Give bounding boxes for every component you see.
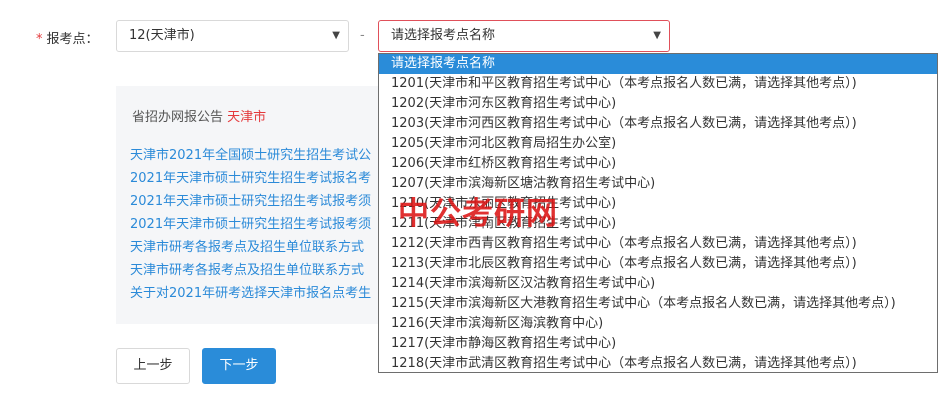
dropdown-option[interactable]: 1206(天津市红桥区教育招生考试中心): [379, 154, 937, 174]
dropdown-option[interactable]: 1216(天津市滨海新区海滨教育中心): [379, 314, 937, 334]
notice-link[interactable]: 天津市研考各报考点及招生单位联系方式: [130, 236, 371, 259]
exam-point-select-placeholder: 请选择报考点名称: [391, 28, 496, 43]
notice-link[interactable]: 天津市2021年全国硕士研究生招生考试公: [130, 144, 371, 167]
dropdown-option[interactable]: 1214(天津市滨海新区汉沽教育招生考试中心): [379, 274, 937, 294]
exam-point-label: * 报考点：: [36, 28, 99, 47]
dropdown-option[interactable]: 1207(天津市滨海新区塘沽教育招生考试中心): [379, 174, 937, 194]
city-select[interactable]: 12(天津市) ▼: [116, 20, 349, 52]
dropdown-option[interactable]: 1203(天津市河西区教育招生考试中心（本考点报名人数已满，请选择其他考点）): [379, 114, 937, 134]
exam-point-dropdown: 请选择报考点名称 1201(天津市和平区教育招生考试中心（本考点报名人数已满，请…: [378, 53, 938, 373]
dropdown-option[interactable]: 1213(天津市北辰区教育招生考试中心（本考点报名人数已满，请选择其他考点）): [379, 254, 937, 274]
required-mark: *: [36, 32, 43, 47]
notice-title: 省招办网报公告 天津市: [132, 106, 266, 125]
dropdown-option[interactable]: 1201(天津市和平区教育招生考试中心（本考点报名人数已满，请选择其他考点）): [379, 74, 937, 94]
dropdown-option[interactable]: 1202(天津市河东区教育招生考试中心): [379, 94, 937, 114]
notice-link[interactable]: 2021年天津市硕士研究生招生考试报名考: [130, 167, 371, 190]
prev-step-button[interactable]: 上一步: [116, 348, 190, 384]
dropdown-option[interactable]: 1218(天津市武清区教育招生考试中心（本考点报名人数已满，请选择其他考点）): [379, 354, 937, 372]
dropdown-option[interactable]: 1215(天津市滨海新区大港教育招生考试中心（本考点报名人数已满，请选择其他考点…: [379, 294, 937, 314]
dropdown-option[interactable]: 1211(天津市津南区教育招生考试中心): [379, 214, 937, 234]
notice-link[interactable]: 关于对2021年研考选择天津市报名点考生: [130, 282, 371, 305]
dropdown-option-placeholder[interactable]: 请选择报考点名称: [379, 54, 937, 74]
exam-point-select[interactable]: 请选择报考点名称 ▼: [378, 20, 670, 52]
notice-city: 天津市: [227, 110, 267, 125]
exam-point-label-text: 报考点：: [46, 32, 99, 47]
dropdown-option[interactable]: 1212(天津市西青区教育招生考试中心（本考点报名人数已满，请选择其他考点）): [379, 234, 937, 254]
notice-link[interactable]: 2021年天津市硕士研究生招生考试报考须: [130, 213, 371, 236]
notice-panel: 省招办网报公告 天津市 天津市2021年全国硕士研究生招生考试公 2021年天津…: [116, 86, 384, 324]
notice-link[interactable]: 2021年天津市硕士研究生招生考试报考须: [130, 190, 371, 213]
select-separator: -: [360, 28, 365, 43]
next-step-button[interactable]: 下一步: [202, 348, 276, 384]
notice-links: 天津市2021年全国硕士研究生招生考试公 2021年天津市硕士研究生招生考试报名…: [130, 144, 371, 305]
dropdown-option[interactable]: 1205(天津市河北区教育局招生办公室): [379, 134, 937, 154]
dropdown-option[interactable]: 1217(天津市静海区教育招生考试中心): [379, 334, 937, 354]
dropdown-option[interactable]: 1210(天津市东丽区教育招生考试中心): [379, 194, 937, 214]
chevron-down-icon: ▼: [332, 30, 340, 41]
notice-title-text: 省招办网报公告: [132, 110, 224, 125]
chevron-down-icon: ▼: [653, 30, 661, 41]
city-select-value: 12(天津市): [129, 28, 195, 43]
notice-link[interactable]: 天津市研考各报考点及招生单位联系方式: [130, 259, 371, 282]
